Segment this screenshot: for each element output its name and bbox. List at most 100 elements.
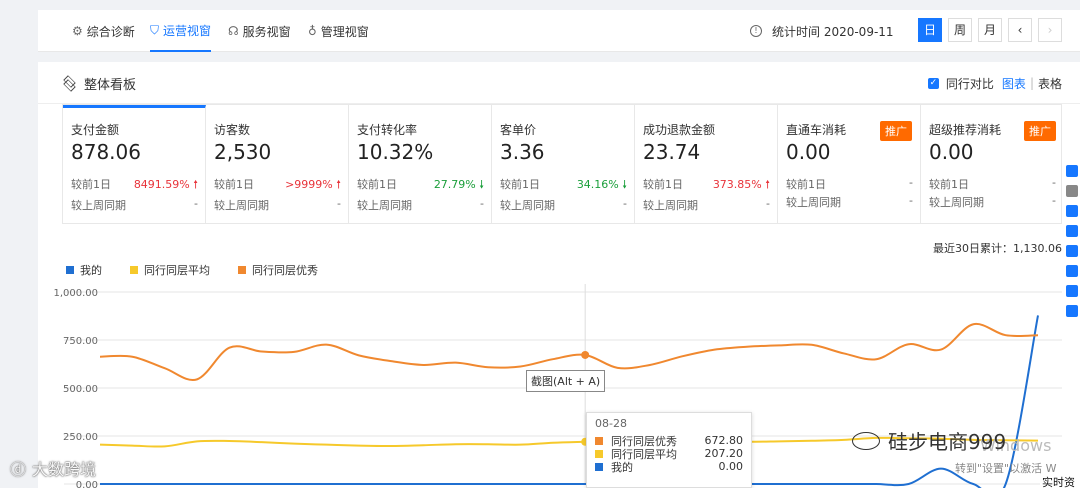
metric-name: 客单价 bbox=[500, 123, 537, 137]
month-button[interactable]: 月 bbox=[978, 18, 1002, 42]
legend-item-peer-top[interactable]: 同行同层优秀 bbox=[238, 262, 318, 278]
metric-card-conversion[interactable]: 支付转化率 10.32% 较前1日 27.79% 🠗 较上周同期 - bbox=[349, 105, 492, 223]
legend-swatch bbox=[66, 266, 74, 274]
prev-button[interactable]: ‹ bbox=[1008, 18, 1032, 42]
compare-day-label: 较前1日 bbox=[929, 178, 969, 191]
compare-day-value: 34.16% bbox=[576, 178, 619, 191]
promote-badge[interactable]: 推广 bbox=[1024, 121, 1056, 141]
side-tool-icon[interactable] bbox=[1066, 245, 1078, 257]
compare-week-value: - bbox=[194, 197, 198, 210]
watermark-left-text: 大数跨境 bbox=[32, 460, 97, 479]
stat-time-text: 统计时间 2020-09-11 bbox=[772, 24, 894, 39]
metric-value: 3.36 bbox=[500, 140, 545, 164]
metric-card-avg-order[interactable]: 客单价 3.36 较前1日 34.16% 🠗 较上周同期 - bbox=[492, 105, 635, 223]
compare-week-value: - bbox=[623, 197, 627, 210]
tab-label: 服务视窗 bbox=[242, 24, 291, 39]
arrow-down-icon: 🠗 bbox=[479, 178, 484, 191]
overview-panel: 整体看板 ✓ 同行对比 图表 | 表格 支付金额 878.06 较前1日 849… bbox=[38, 62, 1080, 488]
tooltip-name: 我的 bbox=[611, 460, 633, 474]
table-view-link[interactable]: 表格 bbox=[1038, 75, 1062, 92]
shield-icon: ⛉ bbox=[150, 22, 160, 37]
metric-value: 878.06 bbox=[71, 140, 141, 164]
compare-day-value: - bbox=[1052, 176, 1056, 189]
tooltip-value: 0.00 bbox=[718, 460, 744, 473]
compare-week-value: - bbox=[337, 197, 341, 210]
headset-icon: ☊ bbox=[228, 24, 239, 38]
compare-day-value: >9999% bbox=[285, 178, 333, 191]
compare-week-value: - bbox=[1052, 194, 1056, 207]
compare-day-row: 较前1日 8491.59% 🠕 bbox=[71, 176, 198, 195]
compare-week-label: 较上周同期 bbox=[643, 199, 698, 212]
tab-diagnosis[interactable]: ⚙ 综合诊断 bbox=[72, 10, 135, 52]
legend-item-mine[interactable]: 我的 bbox=[66, 262, 102, 278]
watermark-left: ⓓ 大数跨境 bbox=[10, 456, 96, 480]
chart-legend: 我的 同行同层平均 同行同层优秀 bbox=[66, 262, 318, 278]
compare-week-row: 较上周同期 - bbox=[357, 197, 484, 213]
week-button[interactable]: 周 bbox=[948, 18, 972, 42]
chart-view-link[interactable]: 图表 bbox=[1002, 75, 1026, 92]
metric-name: 成功退款金额 bbox=[643, 123, 716, 137]
watermark-brand-text: 硅步电商999 bbox=[888, 430, 1007, 454]
compare-day-row: 较前1日 27.79% 🠗 bbox=[357, 176, 484, 195]
side-tool-icon[interactable] bbox=[1066, 225, 1078, 237]
tab-management[interactable]: ♁ 管理视窗 bbox=[308, 10, 369, 52]
y-tick-label: 0.00 bbox=[76, 480, 98, 488]
side-tool-icon[interactable] bbox=[1066, 185, 1078, 197]
tab-service[interactable]: ☊ 服务视窗 bbox=[228, 10, 291, 52]
metric-value: 10.32% bbox=[357, 140, 434, 164]
compare-week-label: 较上周同期 bbox=[71, 199, 126, 212]
tooltip-swatch bbox=[595, 462, 603, 471]
compare-week-value: - bbox=[480, 197, 484, 210]
y-tick-label: 250.00 bbox=[63, 432, 98, 443]
metric-value: 2,530 bbox=[214, 140, 272, 164]
compare-week-row: 较上周同期 - bbox=[71, 197, 198, 213]
compare-week-value: - bbox=[766, 197, 770, 210]
metric-card-payment[interactable]: 支付金额 878.06 较前1日 8491.59% 🠕 较上周同期 - bbox=[63, 105, 206, 223]
metric-value: 0.00 bbox=[929, 140, 974, 164]
tooltip-date: 08-28 bbox=[595, 417, 627, 430]
wechat-icon bbox=[852, 431, 880, 450]
compare-day-label: 较前1日 bbox=[643, 178, 683, 191]
metric-card-super-rec-spend[interactable]: 超级推荐消耗 推广 0.00 较前1日 - 较上周同期 - bbox=[921, 105, 1064, 223]
view-options: ✓ 同行对比 图表 | 表格 bbox=[927, 62, 1062, 104]
chart-tooltip: 08-28 同行同层优秀 672.80 同行同层平均 207.20 我的 0.0… bbox=[586, 412, 752, 488]
metric-name: 访客数 bbox=[214, 123, 251, 137]
side-tool-icon[interactable] bbox=[1066, 205, 1078, 217]
side-tool-icon[interactable] bbox=[1066, 165, 1078, 177]
tab-label: 综合诊断 bbox=[86, 24, 135, 39]
next-button[interactable]: › bbox=[1038, 18, 1062, 42]
compare-day-label: 较前1日 bbox=[786, 178, 826, 191]
side-tool-icon[interactable] bbox=[1066, 285, 1078, 297]
legend-label: 同行同层平均 bbox=[144, 264, 210, 277]
tab-operations[interactable]: ⛉ 运营视窗 bbox=[150, 10, 212, 52]
metric-card-ztc-spend[interactable]: 直通车消耗 推广 0.00 较前1日 - 较上周同期 - bbox=[778, 105, 921, 223]
tooltip-swatch bbox=[595, 436, 603, 445]
compare-week-row: 较上周同期 - bbox=[214, 197, 341, 213]
metric-card-refund[interactable]: 成功退款金额 23.74 较前1日 373.85% 🠕 较上周同期 - bbox=[635, 105, 778, 223]
compare-checkbox[interactable]: ✓ bbox=[927, 77, 939, 89]
arrow-up-icon: 🠕 bbox=[765, 178, 770, 191]
info-icon[interactable]: ! bbox=[750, 25, 762, 37]
realtime-tab[interactable]: 实时资 bbox=[1040, 474, 1077, 488]
compare-day-row: 较前1日 373.85% 🠕 bbox=[643, 176, 770, 195]
compare-week-label: 较上周同期 bbox=[786, 196, 841, 209]
legend-swatch bbox=[130, 266, 138, 274]
y-tick-label: 500.00 bbox=[63, 384, 98, 395]
arrow-up-icon: 🠕 bbox=[193, 178, 198, 191]
arrow-down-icon: 🠗 bbox=[622, 178, 627, 191]
promote-badge[interactable]: 推广 bbox=[880, 121, 912, 141]
metric-card-visitors[interactable]: 访客数 2,530 较前1日 >9999% 🠕 较上周同期 - bbox=[206, 105, 349, 223]
layers-icon bbox=[62, 76, 76, 90]
side-tool-icon[interactable] bbox=[1066, 265, 1078, 277]
diagnosis-icon: ⚙ bbox=[72, 24, 83, 38]
legend-swatch bbox=[238, 266, 246, 274]
legend-label: 同行同层优秀 bbox=[252, 264, 318, 277]
watermark-brand: 硅步电商999 bbox=[852, 426, 1006, 455]
compare-week-row: 较上周同期 - bbox=[786, 194, 913, 210]
compare-label: 同行对比 bbox=[945, 76, 994, 91]
side-tool-icon[interactable] bbox=[1066, 305, 1078, 317]
day-button[interactable]: 日 bbox=[918, 18, 942, 42]
series-line-mine bbox=[100, 315, 1039, 488]
legend-item-peer-avg[interactable]: 同行同层平均 bbox=[130, 262, 210, 278]
compare-day-label: 较前1日 bbox=[357, 178, 397, 191]
